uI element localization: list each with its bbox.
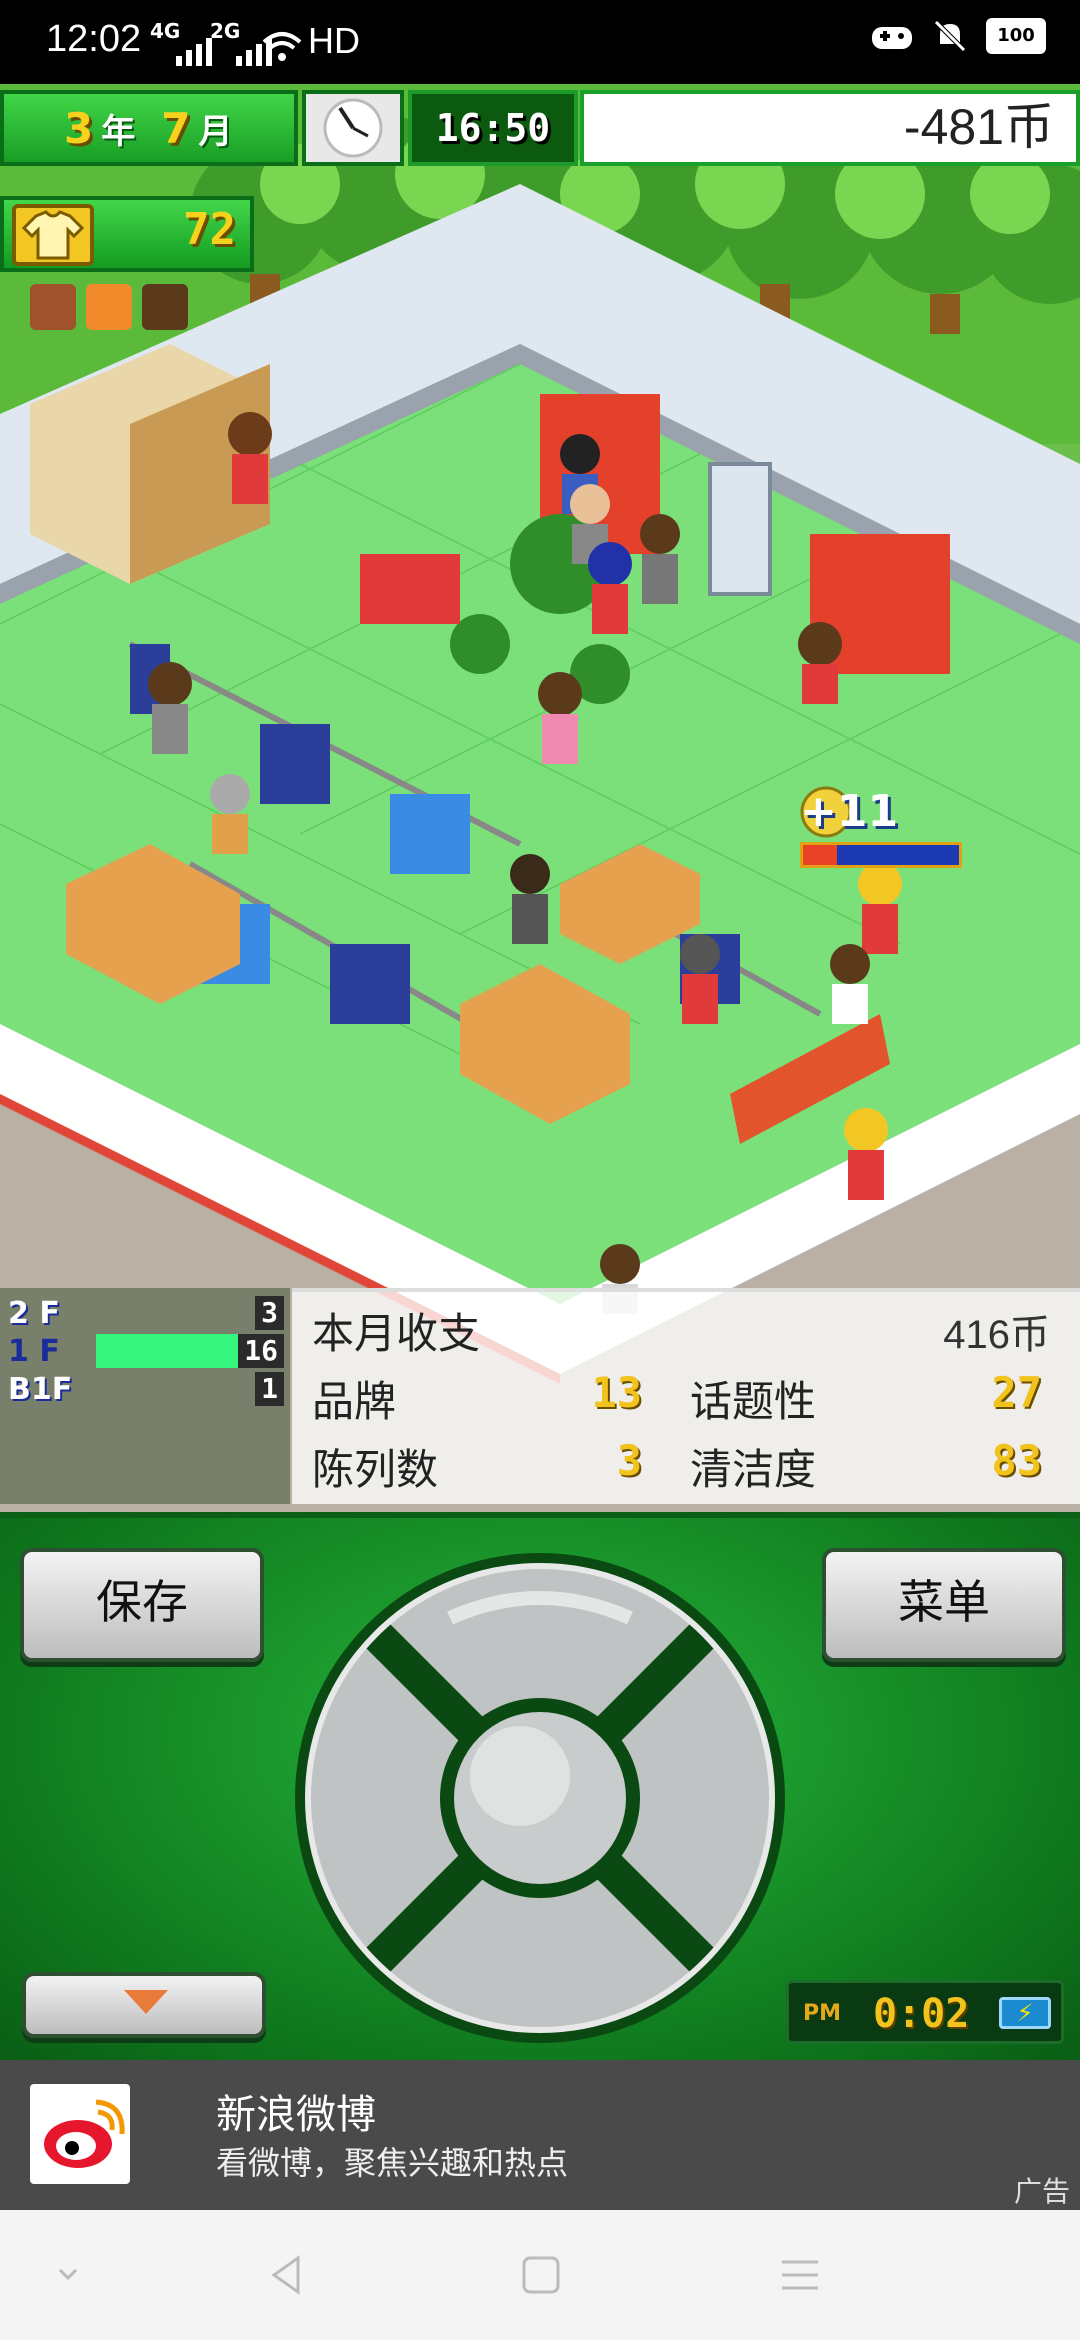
chevron-down-icon[interactable] <box>38 2250 98 2300</box>
save-button[interactable]: 保存 <box>20 1548 264 1662</box>
rank-panel[interactable]: 72 <box>0 196 254 272</box>
signal-1-icon <box>176 38 212 66</box>
clean-value: 83 <box>991 1436 1042 1485</box>
display-value: 3 <box>616 1436 642 1485</box>
ad-subtitle: 看微博，聚焦兴趣和热点 <box>216 2144 569 2182</box>
clock-icon <box>302 90 404 166</box>
game-view[interactable]: 3 年 7 月 16:50 -481币 72 +11 2 F 3 1 F 16 … <box>0 84 1080 1512</box>
year-label: 年 <box>101 111 136 152</box>
clock-ampm: PM <box>803 2001 842 2026</box>
staff-icon <box>142 284 188 330</box>
arrow-down-icon <box>124 1990 168 2014</box>
money-display: -481币 <box>580 90 1080 166</box>
monthly-value: 416币 <box>943 1313 1050 1357</box>
topic-label: 话题性 <box>690 1377 817 1426</box>
floor-count: 1 <box>255 1372 284 1406</box>
floor-row-1f[interactable]: 1 F 16 <box>0 1334 290 1370</box>
month-number: 7 <box>161 103 191 153</box>
controller-panel: 保存 菜单 PM 0:02 ⚡ <box>0 1512 1080 2060</box>
gamepad-icon <box>872 27 912 49</box>
battery-indicator: 100 <box>986 18 1046 54</box>
status-time: 12:02 <box>46 18 142 60</box>
charging-icon: ⚡ <box>999 1997 1051 2029</box>
ad-banner[interactable]: 新浪微博 看微博，聚焦兴趣和热点 广告 <box>0 2060 1080 2210</box>
bell-off-icon <box>934 20 966 52</box>
floating-progress-fill <box>803 845 838 865</box>
sale-icon <box>30 284 76 330</box>
status-bar: 12:02 4G 2G HD 100 <box>0 0 1080 84</box>
back-icon[interactable] <box>258 2250 318 2300</box>
game-time: 16:50 <box>408 90 578 166</box>
clock-time: 0:02 <box>873 1991 970 2037</box>
display-label: 陈列数 <box>312 1445 439 1494</box>
shop-icon <box>86 284 132 330</box>
navigation-bar <box>0 2210 1080 2340</box>
brand-value: 13 <box>591 1368 642 1417</box>
topic-value: 27 <box>991 1368 1042 1417</box>
home-icon[interactable] <box>510 2250 570 2300</box>
floor-count: 16 <box>238 1334 284 1368</box>
floor-row-b1f[interactable]: B1F 1 <box>0 1372 290 1408</box>
scroll-down-button[interactable] <box>22 1972 266 2038</box>
rank-value: 72 <box>183 204 236 255</box>
clean-label: 清洁度 <box>690 1445 817 1494</box>
hd-indicator: HD <box>308 20 360 61</box>
ad-tag: 广告 <box>1013 2175 1070 2208</box>
monthly-label: 本月收支 <box>312 1309 481 1358</box>
wifi-icon <box>262 32 302 61</box>
floor-selector[interactable]: 2 F 3 1 F 16 B1F 1 <box>0 1288 290 1504</box>
floating-bonus: +11 <box>800 786 899 837</box>
status-icons <box>30 284 188 330</box>
recents-icon[interactable] <box>770 2250 830 2300</box>
ad-title: 新浪微博 <box>216 2092 376 2138</box>
floor-count: 3 <box>255 1296 284 1330</box>
floating-progress-bar <box>800 842 962 868</box>
device-clock: PM 0:02 ⚡ <box>786 1980 1064 2044</box>
brand-label: 品牌 <box>312 1377 397 1426</box>
floor-label: 2 F <box>8 1296 60 1331</box>
weibo-logo-icon <box>30 2084 130 2184</box>
dpad-control[interactable] <box>290 1548 790 2048</box>
floor-label: 1 F <box>8 1334 60 1369</box>
date-display: 3 年 7 月 <box>0 90 298 166</box>
floor-label: B1F <box>8 1372 73 1407</box>
shirt-icon <box>12 204 94 266</box>
menu-button[interactable]: 菜单 <box>822 1548 1066 1662</box>
month-label: 月 <box>198 111 233 152</box>
store-stats-panel: 本月收支 416币 品牌 13 话题性 27 陈列数 3 清洁度 83 <box>292 1288 1080 1504</box>
year-number: 3 <box>64 103 94 153</box>
floor-row-2f[interactable]: 2 F 3 <box>0 1296 290 1332</box>
